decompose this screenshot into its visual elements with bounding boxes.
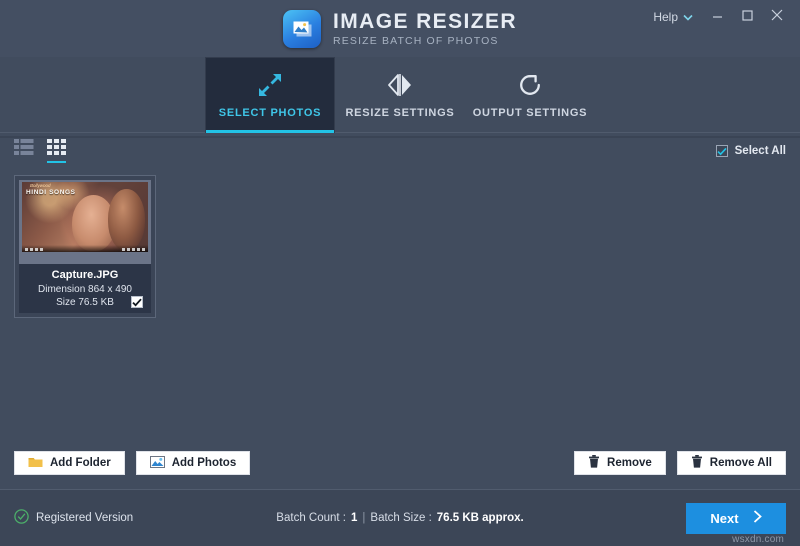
next-label: Next <box>710 511 738 526</box>
help-button[interactable]: Help <box>645 6 701 28</box>
remove-all-label: Remove All <box>710 457 772 469</box>
photo-card[interactable]: Bollywood HINDI SONGS Capture.JPG Dimens… <box>14 175 156 318</box>
tab-output-settings[interactable]: OUTPUT SETTINGS <box>465 57 595 133</box>
photo-select-checkbox[interactable] <box>131 296 143 308</box>
thumbnail-script-text: Bollywood <box>30 183 51 188</box>
resize-arrows-icon <box>257 72 283 98</box>
trash-icon <box>588 455 600 471</box>
minimize-button[interactable] <box>703 6 731 28</box>
photo-size: Size 76.5 KB <box>56 297 114 308</box>
registered-version-label: Registered Version <box>36 512 133 524</box>
chevron-down-icon <box>683 10 693 24</box>
batch-separator: | <box>362 512 365 524</box>
thumbnail-frame: Bollywood HINDI SONGS <box>19 180 151 264</box>
app-title: IMAGE RESIZER <box>333 11 517 32</box>
tab-label: SELECT PHOTOS <box>219 107 321 119</box>
check-circle-icon <box>14 509 29 527</box>
add-button-group: Add Folder Add Photos <box>14 451 250 475</box>
view-toolbar: Select All <box>0 135 800 167</box>
batch-size-label: Batch Size : <box>370 512 431 524</box>
grid-view-icon <box>47 142 66 159</box>
list-view-button[interactable] <box>14 139 34 163</box>
status-bar: Registered Version Batch Count : 1 | Bat… <box>0 490 800 546</box>
batch-count-value: 1 <box>351 512 357 524</box>
registered-version: Registered Version <box>14 509 133 527</box>
tab-bar: SELECT PHOTOS RESIZE SETTINGS OUTPUT SET… <box>0 57 800 133</box>
tab-select-photos[interactable]: SELECT PHOTOS <box>205 57 335 133</box>
watermark: wsxdn.com <box>732 534 784 545</box>
window-controls: Help <box>645 6 791 28</box>
view-toggle-group <box>14 139 66 163</box>
add-folder-button[interactable]: Add Folder <box>14 451 125 475</box>
check-icon <box>132 298 142 307</box>
remove-label: Remove <box>607 457 652 469</box>
title-bar: IMAGE RESIZER RESIZE BATCH OF PHOTOS Hel… <box>0 0 800 57</box>
photo-thumbnail: Bollywood HINDI SONGS <box>22 182 148 252</box>
check-icon <box>717 147 727 156</box>
photo-card-info: Capture.JPG Dimension 864 x 490 Size 76.… <box>19 264 151 313</box>
photo-grid: Bollywood HINDI SONGS Capture.JPG Dimens… <box>0 167 800 437</box>
remove-button-group: Remove Remove All <box>574 451 786 475</box>
tab-label: RESIZE SETTINGS <box>345 107 454 119</box>
help-label: Help <box>653 10 678 24</box>
action-toolbar: Add Folder Add Photos Remove <box>0 437 800 489</box>
select-all-label: Select All <box>735 145 786 157</box>
select-all-control[interactable]: Select All <box>716 145 786 157</box>
photo-dimension: Dimension 864 x 490 <box>25 284 145 295</box>
mirror-flip-icon <box>387 72 413 98</box>
trash-icon <box>691 455 703 471</box>
thumbnail-title-text: HINDI SONGS <box>26 189 76 196</box>
grid-view-button[interactable] <box>47 139 66 163</box>
add-photos-label: Add Photos <box>172 457 237 469</box>
select-all-checkbox[interactable] <box>716 145 728 157</box>
add-photos-button[interactable]: Add Photos <box>136 451 251 475</box>
list-view-icon <box>14 142 34 159</box>
folder-icon <box>28 456 43 471</box>
app-subtitle: RESIZE BATCH OF PHOTOS <box>333 36 517 47</box>
close-icon <box>771 8 783 26</box>
refresh-circle-icon <box>518 72 542 98</box>
maximize-button[interactable] <box>733 6 761 28</box>
close-button[interactable] <box>763 6 791 28</box>
batch-count-label: Batch Count : <box>276 512 346 524</box>
brand: IMAGE RESIZER RESIZE BATCH OF PHOTOS <box>283 10 517 48</box>
batch-size-value: 76.5 KB approx. <box>437 512 524 524</box>
minimize-icon <box>712 8 723 26</box>
tab-label: OUTPUT SETTINGS <box>473 107 588 119</box>
maximize-icon <box>742 8 753 26</box>
chevron-right-icon <box>753 510 762 526</box>
batch-info: Batch Count : 1 | Batch Size : 76.5 KB a… <box>276 512 523 524</box>
add-folder-label: Add Folder <box>50 457 111 469</box>
remove-all-button[interactable]: Remove All <box>677 451 786 475</box>
remove-button[interactable]: Remove <box>574 451 666 475</box>
next-button[interactable]: Next <box>686 503 786 534</box>
image-stack-icon <box>283 10 321 48</box>
photo-icon <box>150 456 165 471</box>
tab-resize-settings[interactable]: RESIZE SETTINGS <box>335 57 465 133</box>
photo-filename: Capture.JPG <box>25 269 145 281</box>
